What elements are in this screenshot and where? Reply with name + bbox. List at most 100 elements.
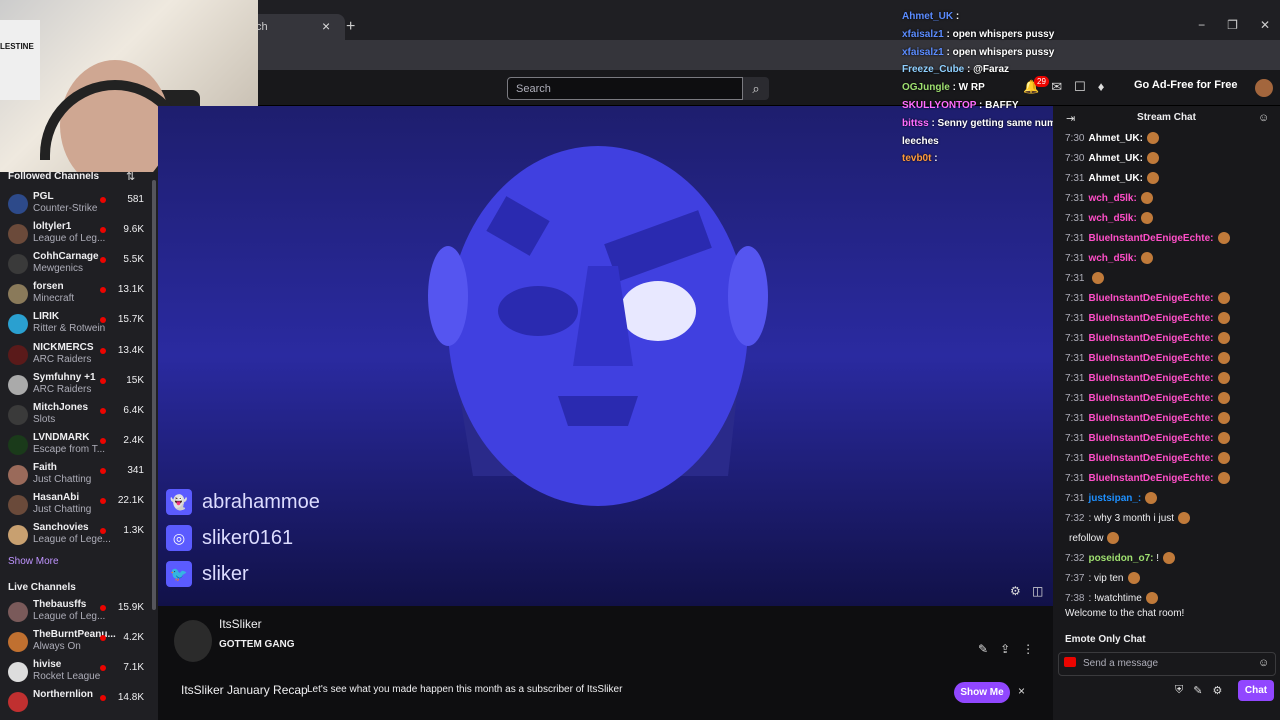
- chat-username[interactable]: BlueInstantDeEnigeEchte:: [1088, 233, 1213, 244]
- chat-time: 7:31: [1065, 333, 1085, 344]
- user-avatar[interactable]: [1255, 79, 1273, 97]
- more-options-icon[interactable]: ⋮: [1022, 642, 1034, 656]
- activity-icon[interactable]: ☐: [1074, 79, 1086, 95]
- chat-username[interactable]: BlueInstantDeEnigeEchte:: [1088, 333, 1213, 344]
- close-window-icon[interactable]: ✕: [1260, 18, 1270, 32]
- emote-icon: [1127, 572, 1140, 585]
- crown-icon[interactable]: ♦: [1098, 79, 1105, 95]
- settings-gear-icon[interactable]: ⚙: [1010, 584, 1021, 598]
- chat-username[interactable]: BlueInstantDeEnigeEchte:: [1088, 433, 1213, 444]
- share-icon[interactable]: ⇪: [1000, 642, 1010, 656]
- overlay-user: leeches: [902, 135, 939, 147]
- minimize-icon[interactable]: −: [1198, 18, 1205, 32]
- shield-icon[interactable]: ⛨: [1175, 684, 1183, 697]
- go-ad-free-button[interactable]: Go Ad-Free for Free: [1134, 79, 1238, 91]
- channel-item[interactable]: MitchJones Slots 6.4K: [0, 401, 150, 431]
- chat-time: 7:31: [1065, 373, 1085, 384]
- channel-game: Always On: [33, 641, 81, 653]
- channel-item[interactable]: Northernlion 14.8K: [0, 688, 150, 718]
- emote-icon: [1217, 472, 1230, 485]
- chat-username[interactable]: BlueInstantDeEnigeEchte:: [1088, 413, 1213, 424]
- chat-username[interactable]: BlueInstantDeEnigeEchte:: [1088, 393, 1213, 404]
- edit-icon[interactable]: ✎: [978, 642, 988, 656]
- overlay-user: Freeze_Cube: [902, 64, 965, 76]
- whispers-icon[interactable]: ✉: [1051, 79, 1062, 95]
- overlay-message: :: [931, 153, 938, 165]
- wall-flag: LESTINE: [0, 20, 40, 100]
- chat-message: 7:31 justsipan_:: [1065, 491, 1158, 507]
- search-icon[interactable]: ⌕: [743, 77, 769, 100]
- chat-username[interactable]: BlueInstantDeEnigeEchte:: [1088, 293, 1213, 304]
- video-player[interactable]: 👻 abrahammoe ◎ sliker0161 🐦 sliker: [158, 106, 1053, 606]
- emote-icon: [1140, 192, 1153, 205]
- overlay-chat-line: leeches: [902, 136, 939, 147]
- channel-item[interactable]: loltyler1 League of Leg... 9.6K: [0, 220, 150, 250]
- viewer-count: 13.1K: [117, 284, 144, 296]
- emote-icon: [1140, 212, 1153, 225]
- chat-username[interactable]: BlueInstantDeEnigeEchte:: [1088, 453, 1213, 464]
- viewer-count: 15.7K: [117, 314, 144, 326]
- channel-game: Escape from T...: [33, 443, 106, 455]
- streamer-name[interactable]: ItsSliker: [219, 617, 262, 631]
- channel-avatar: [8, 194, 28, 214]
- channel-avatar: [8, 525, 28, 546]
- channel-item[interactable]: PGL Counter-Strike 581: [0, 190, 150, 220]
- chat-username[interactable]: BlueInstantDeEnigeEchte:: [1088, 473, 1213, 484]
- emote-icon: [1217, 312, 1230, 325]
- sidebar-scrollbar[interactable]: [152, 180, 156, 610]
- overlay-message: : open whispers pussy: [943, 28, 1055, 40]
- social-handle: sliker: [202, 562, 249, 585]
- chat-username[interactable]: justsipan_:: [1088, 493, 1141, 504]
- streamer-avatar[interactable]: [174, 620, 212, 662]
- channel-item[interactable]: TheBurntPeanu... Always On 4.2K: [0, 628, 150, 658]
- channel-item[interactable]: hivise Rocket League 7.1K: [0, 658, 150, 688]
- chat-input[interactable]: Send a message: [1058, 652, 1276, 676]
- channel-item[interactable]: Faith Just Chatting 341: [0, 461, 150, 491]
- chat-username[interactable]: wch_d5lk:: [1088, 213, 1136, 224]
- search-input[interactable]: Search: [507, 77, 743, 100]
- chat-username[interactable]: Ahmet_UK:: [1088, 153, 1142, 164]
- emote-icon: [1163, 552, 1176, 565]
- recap-close-icon[interactable]: ×: [1018, 684, 1025, 698]
- maximize-icon[interactable]: ❐: [1227, 18, 1238, 32]
- channel-item[interactable]: Symfuhny +1 ARC Raiders 15K: [0, 371, 150, 401]
- notification-count-badge: 29: [1034, 76, 1049, 87]
- chat-users-icon[interactable]: ☺: [1258, 112, 1269, 124]
- show-me-button[interactable]: Show Me: [954, 682, 1010, 703]
- overlay-user: xfaisalz1: [902, 28, 944, 40]
- social-instagram: ◎ sliker0161: [166, 525, 293, 551]
- stream-title: GOTTEM GANG: [219, 639, 295, 650]
- channel-item[interactable]: Sanchovies League of Lege... 1.3K: [0, 521, 150, 551]
- channel-item[interactable]: HasanAbi Just Chatting 22.1K: [0, 491, 150, 521]
- tab-close-icon[interactable]: ×: [322, 18, 330, 34]
- chat-username[interactable]: Ahmet_UK:: [1088, 133, 1142, 144]
- chat-username[interactable]: BlueInstantDeEnigeEchte:: [1088, 373, 1213, 384]
- emote-picker-icon[interactable]: ☺: [1258, 657, 1269, 669]
- chat-username[interactable]: BlueInstantDeEnigeEchte:: [1088, 313, 1213, 324]
- channel-item[interactable]: forsen Minecraft 13.1K: [0, 280, 150, 310]
- chat-time: 7:31: [1065, 313, 1085, 324]
- chat-message: refollow: [1065, 531, 1120, 547]
- viewer-count: 581: [127, 194, 144, 205]
- show-more-link[interactable]: Show More: [8, 556, 59, 567]
- chat-username[interactable]: BlueInstantDeEnigeEchte:: [1088, 353, 1213, 364]
- chat-username[interactable]: wch_d5lk:: [1088, 193, 1136, 204]
- chat-settings-icon[interactable]: ⚙: [1212, 684, 1222, 697]
- channel-item[interactable]: LVNDMARK Escape from T... 2.4K: [0, 431, 150, 461]
- new-tab-icon[interactable]: +: [346, 18, 355, 36]
- chat-send-button[interactable]: Chat: [1238, 680, 1274, 701]
- overlay-chat-line: Ahmet_UK :: [902, 11, 959, 22]
- channel-item[interactable]: Thebausffs League of Leg... 15.9K: [0, 598, 150, 628]
- chat-username[interactable]: wch_d5lk:: [1088, 253, 1136, 264]
- theatre-mode-icon[interactable]: ◫: [1032, 584, 1043, 598]
- channel-item[interactable]: NICKMERCS ARC Raiders 13.4K: [0, 341, 150, 371]
- chat-username[interactable]: Ahmet_UK:: [1088, 173, 1142, 184]
- channel-item[interactable]: CohhCarnage Mewgenics 5.5K: [0, 250, 150, 280]
- pencil-icon[interactable]: ✎: [1193, 684, 1202, 697]
- viewer-count: 4.2K: [123, 632, 144, 644]
- social-twitter: 🐦 sliker: [166, 561, 249, 587]
- emote-icon: [1140, 252, 1153, 265]
- collapse-chat-icon[interactable]: ⇥: [1066, 112, 1075, 125]
- channel-item[interactable]: LIRIK Ritter & Rotwein 15.7K: [0, 310, 150, 340]
- chat-username[interactable]: poseidon_o7:: [1088, 553, 1153, 564]
